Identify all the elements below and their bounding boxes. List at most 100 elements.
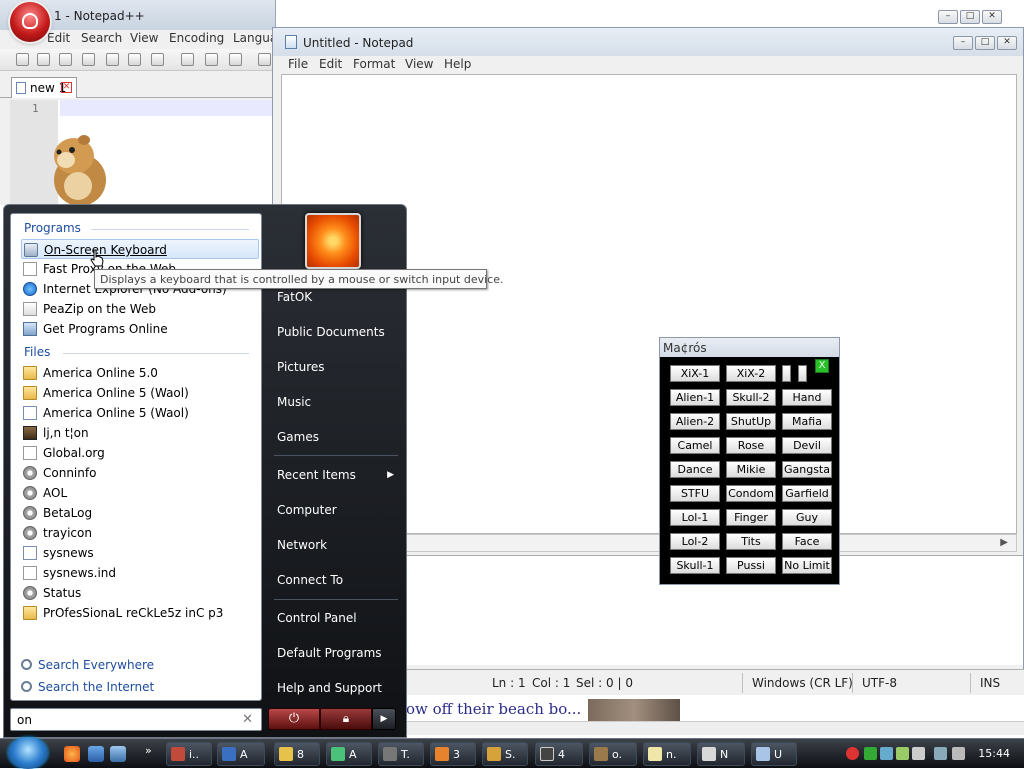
- macro-button-tits[interactable]: Tits: [726, 533, 776, 550]
- macro-button-alien-2[interactable]: Alien-2: [670, 413, 720, 430]
- close-icon[interactable]: ✕: [982, 10, 1002, 24]
- macro-button-skull-1[interactable]: Skull-1: [670, 557, 720, 574]
- file-item[interactable]: America Online 5.0: [21, 363, 259, 383]
- search-everywhere-link[interactable]: Search Everywhere: [21, 658, 154, 672]
- headline-thumbnail[interactable]: [588, 699, 680, 721]
- macro-button-condom[interactable]: Condom: [726, 485, 776, 502]
- macro-button-pussi[interactable]: Pussi: [726, 557, 776, 574]
- paste-icon[interactable]: [229, 53, 242, 66]
- user-picture-avatar[interactable]: [305, 213, 361, 269]
- print-icon[interactable]: [151, 53, 164, 66]
- macro-button-lol-2[interactable]: Lol-2: [670, 533, 720, 550]
- switch-windows-icon[interactable]: [110, 746, 126, 762]
- taskbar-button[interactable]: i..: [166, 742, 212, 766]
- menu-help[interactable]: Help: [444, 57, 471, 71]
- minimize-icon[interactable]: –: [938, 10, 958, 24]
- macro-button-xix-1[interactable]: XiX-1: [670, 365, 720, 382]
- tray-app-icon[interactable]: [864, 747, 877, 760]
- program-get-programs-online[interactable]: Get Programs Online: [21, 319, 259, 339]
- file-item[interactable]: Global.org: [21, 443, 259, 463]
- macro-button-camel[interactable]: Camel: [670, 437, 720, 454]
- macro-mini-button[interactable]: [782, 365, 791, 382]
- menu-edit[interactable]: Edit: [319, 57, 342, 71]
- sm-link-music[interactable]: Music: [277, 395, 311, 409]
- menu-search[interactable]: Search: [81, 31, 122, 45]
- taskbar-button[interactable]: S.: [482, 742, 528, 766]
- notepadpp-app-icon[interactable]: [10, 2, 50, 42]
- clock[interactable]: 15:44: [978, 747, 1010, 760]
- tray-app-icon[interactable]: [896, 747, 909, 760]
- undo-icon[interactable]: [258, 53, 271, 66]
- macro-button-guy[interactable]: Guy: [782, 509, 832, 526]
- file-item[interactable]: sysnews.ind: [21, 563, 259, 583]
- browser-horizontal-scrollbar[interactable]: [406, 721, 1024, 735]
- taskbar-button[interactable]: N: [697, 742, 745, 766]
- sm-link-games[interactable]: Games: [277, 430, 319, 444]
- macro-button-mafia[interactable]: Mafia: [782, 413, 832, 430]
- quicklaunch-more-icon[interactable]: »: [145, 744, 152, 757]
- sm-link-connect-to[interactable]: Connect To: [277, 573, 343, 587]
- notepad-titlebar[interactable]: Untitled - Notepad – □ ✕: [273, 28, 1023, 56]
- file-item[interactable]: Conninfo: [21, 463, 259, 483]
- start-search-input[interactable]: on ✕: [10, 708, 262, 731]
- minimize-icon[interactable]: –: [953, 36, 973, 50]
- power-options-arrow-icon[interactable]: ▶: [372, 708, 396, 730]
- volume-icon[interactable]: [952, 747, 965, 760]
- taskbar-button[interactable]: A: [326, 742, 372, 766]
- macro-button-face[interactable]: Face: [782, 533, 832, 550]
- menu-language[interactable]: Langua: [233, 31, 277, 45]
- copy-icon[interactable]: [205, 53, 218, 66]
- file-item[interactable]: AOL: [21, 483, 259, 503]
- search-internet-link[interactable]: Search the Internet: [21, 680, 154, 694]
- macro-button-mikie[interactable]: Mikie: [726, 461, 776, 478]
- taskbar-button[interactable]: U: [751, 742, 797, 766]
- taskbar-button[interactable]: T.: [378, 742, 424, 766]
- firefox-icon[interactable]: [64, 746, 80, 762]
- menu-encoding[interactable]: Encoding: [169, 31, 224, 45]
- macro-button-skull-2[interactable]: Skull-2: [726, 389, 776, 406]
- start-button-orb[interactable]: [8, 737, 48, 769]
- file-item[interactable]: trayicon: [21, 523, 259, 543]
- sm-link-control-panel[interactable]: Control Panel: [277, 611, 357, 625]
- menu-file[interactable]: File: [288, 57, 308, 71]
- clear-search-icon[interactable]: ✕: [242, 712, 253, 727]
- program-peazip[interactable]: PeaZip on the Web: [21, 299, 259, 319]
- close-icon[interactable]: ✕: [997, 36, 1017, 50]
- macro-button-gangsta[interactable]: Gangsta: [782, 461, 832, 478]
- macro-button-rose[interactable]: Rose: [726, 437, 776, 454]
- sm-link-network[interactable]: Network: [277, 538, 327, 552]
- file-item[interactable]: PrOfesSionaL reCkLe5z inC p3: [21, 603, 259, 623]
- macro-button-finger[interactable]: Finger: [726, 509, 776, 526]
- tray-app-icon[interactable]: [912, 747, 925, 760]
- power-icon[interactable]: ⏻: [268, 708, 320, 730]
- scroll-right-icon[interactable]: ▶: [1000, 537, 1008, 548]
- sm-link-public-documents[interactable]: Public Documents: [277, 325, 385, 339]
- hamster-desktop-pet[interactable]: [44, 130, 114, 206]
- file-item[interactable]: America Online 5 (Waol): [21, 403, 259, 423]
- menu-view[interactable]: View: [405, 57, 433, 71]
- security-alert-icon[interactable]: [846, 747, 859, 760]
- taskbar-button[interactable]: 3: [430, 742, 476, 766]
- network-icon[interactable]: [934, 747, 947, 760]
- headline-link[interactable]: ow off their beach bo...: [406, 700, 581, 718]
- taskbar-button[interactable]: n.: [643, 742, 691, 766]
- new-file-icon[interactable]: [16, 53, 29, 66]
- file-item[interactable]: Status: [21, 583, 259, 603]
- macros-close-icon[interactable]: X: [815, 359, 829, 373]
- macro-button-garfield[interactable]: Garfield: [782, 485, 832, 502]
- sm-link-computer[interactable]: Computer: [277, 503, 337, 517]
- maximize-icon[interactable]: □: [960, 10, 980, 24]
- macro-button-alien-1[interactable]: Alien-1: [670, 389, 720, 406]
- sm-link-recent-items[interactable]: Recent Items: [277, 468, 356, 482]
- sm-link-fatok[interactable]: FatOK: [277, 290, 312, 304]
- macro-button-hand[interactable]: Hand: [782, 389, 832, 406]
- taskbar-button[interactable]: 8: [274, 742, 320, 766]
- menu-format[interactable]: Format: [353, 57, 395, 71]
- tab-new-1[interactable]: new 1 ✕: [11, 77, 77, 98]
- taskbar-button[interactable]: A: [217, 742, 265, 766]
- sm-link-help-and-support[interactable]: Help and Support: [277, 681, 382, 695]
- menu-edit[interactable]: Edit: [47, 31, 70, 45]
- close-tab-icon[interactable]: ✕: [61, 82, 72, 93]
- taskbar-button[interactable]: o.: [589, 742, 637, 766]
- taskbar-button[interactable]: 4: [535, 742, 583, 766]
